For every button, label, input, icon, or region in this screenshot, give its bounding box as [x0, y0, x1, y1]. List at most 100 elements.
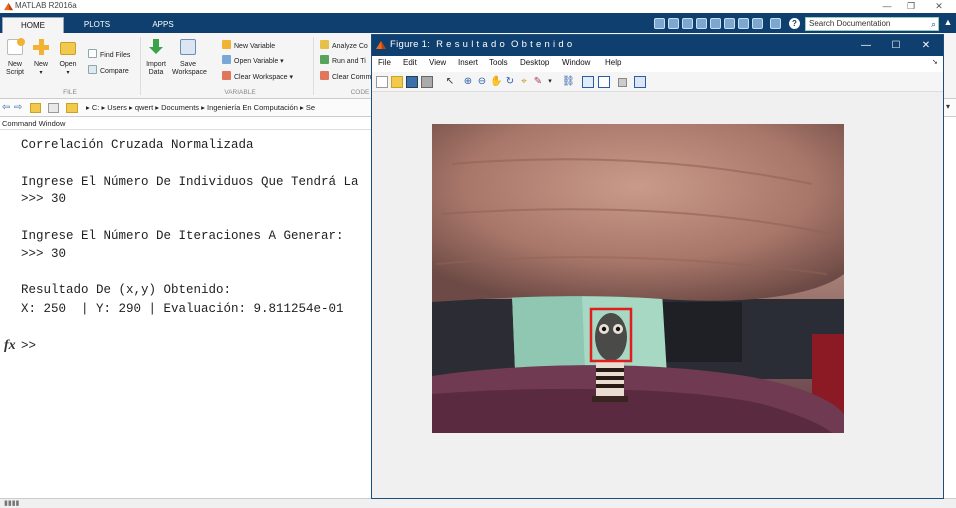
- output-line: >>> 30: [21, 192, 67, 206]
- compare-button[interactable]: Compare: [88, 65, 129, 77]
- save-quick-icon[interactable]: [668, 18, 679, 29]
- open-file-icon[interactable]: [391, 76, 403, 88]
- breadcrumb-item[interactable]: C:: [92, 103, 100, 112]
- save-icon[interactable]: [406, 76, 418, 88]
- figure-minimize-button[interactable]: —: [851, 37, 881, 54]
- new-figure-icon[interactable]: [376, 76, 388, 88]
- close-button[interactable]: ✕: [928, 0, 950, 13]
- tab-home[interactable]: HOME: [2, 17, 64, 33]
- rotate-icon[interactable]: ↻: [504, 76, 516, 88]
- pointer-icon[interactable]: ↖: [444, 76, 456, 88]
- matlab-window: MATLAB R2016a — ❐ ✕ HOME PLOTS APPS ? Se…: [0, 0, 956, 508]
- brush-dropdown-icon[interactable]: ▾: [544, 76, 556, 88]
- redo-quick-icon[interactable]: [738, 18, 749, 29]
- legend-icon[interactable]: [598, 76, 610, 88]
- command-prompt[interactable]: >>: [21, 339, 36, 353]
- menu-view[interactable]: View: [429, 58, 446, 67]
- tab-apps[interactable]: APPS: [132, 17, 194, 33]
- forward-arrow-icon[interactable]: ⇨: [14, 102, 22, 113]
- new-script-button[interactable]: New Script: [4, 38, 26, 77]
- find-files-button[interactable]: Find Files: [88, 49, 130, 61]
- output-line: >>> 30: [21, 247, 67, 261]
- breadcrumb-item[interactable]: qwert: [135, 103, 153, 112]
- compare-label: Compare: [100, 68, 129, 75]
- search-placeholder: Search Documentation: [809, 19, 891, 28]
- breadcrumb[interactable]: ▸ C: ▸ Users ▸ qwert ▸ Documents ▸ Ingen…: [86, 103, 315, 112]
- print-icon[interactable]: [421, 76, 433, 88]
- collapse-toolstrip-icon[interactable]: ▲: [942, 17, 954, 31]
- new-label: New: [33, 61, 48, 68]
- webcam-result-image[interactable]: [432, 124, 844, 433]
- menu-file[interactable]: File: [378, 58, 391, 67]
- link-icon[interactable]: ⛓: [562, 76, 575, 88]
- figure-canvas[interactable]: [372, 93, 943, 498]
- pan-icon[interactable]: ✋: [490, 76, 502, 88]
- cut-quick-icon[interactable]: [682, 18, 693, 29]
- analyze-code-icon: [320, 40, 329, 49]
- new-variable-button[interactable]: New Variable: [222, 40, 275, 52]
- zoom-out-icon[interactable]: ⊖: [476, 76, 488, 88]
- menu-window[interactable]: Window: [562, 58, 590, 67]
- open-dropdown-icon[interactable]: ▾: [57, 69, 79, 77]
- matlab-logo-icon: [4, 2, 13, 11]
- find-files-icon: [88, 49, 97, 58]
- colorbar-icon[interactable]: [582, 76, 594, 88]
- new-script-icon: [7, 38, 25, 55]
- brush-icon[interactable]: ✎: [532, 76, 544, 88]
- window-title: MATLAB R2016a: [15, 1, 77, 10]
- figure-title-bar[interactable]: Figure 1: R e s u l t a d o O b t e n i …: [372, 35, 943, 56]
- import-data-button[interactable]: Import Data: [144, 39, 168, 77]
- hide-tools-icon[interactable]: [618, 78, 627, 87]
- back-arrow-icon[interactable]: ⇦: [2, 102, 10, 113]
- figure-window[interactable]: Figure 1: R e s u l t a d o O b t e n i …: [371, 34, 944, 499]
- copy-quick-icon[interactable]: [696, 18, 707, 29]
- new-dropdown-icon[interactable]: ▾: [30, 69, 52, 77]
- switch-windows-icon[interactable]: [752, 18, 763, 29]
- help-icon[interactable]: ?: [789, 18, 800, 29]
- fx-function-browser-icon[interactable]: fx: [4, 338, 16, 354]
- search-icon[interactable]: ⌕: [931, 18, 936, 30]
- menu-insert[interactable]: Insert: [458, 58, 478, 67]
- open-variable-button[interactable]: Open Variable ▾: [222, 55, 284, 67]
- breadcrumb-item[interactable]: Documents: [161, 103, 199, 112]
- quick-access-icon[interactable]: [654, 18, 665, 29]
- browse-folder-icon[interactable]: [48, 103, 59, 113]
- new-button[interactable]: New ▾: [30, 39, 52, 77]
- show-tools-icon[interactable]: [634, 76, 646, 88]
- undo-quick-icon[interactable]: [724, 18, 735, 29]
- menu-edit[interactable]: Edit: [403, 58, 417, 67]
- tab-plots[interactable]: PLOTS: [66, 17, 128, 33]
- breadcrumb-item[interactable]: Users: [107, 103, 127, 112]
- layout-icon[interactable]: [770, 18, 781, 29]
- data-cursor-icon[interactable]: ⌖: [518, 76, 530, 88]
- breadcrumb-item[interactable]: Ingeniería En Computación: [207, 103, 298, 112]
- open-button[interactable]: Open ▾: [57, 39, 79, 77]
- up-folder-icon[interactable]: [30, 103, 41, 113]
- figure-maximize-button[interactable]: ☐: [881, 37, 911, 54]
- paste-quick-icon[interactable]: [710, 18, 721, 29]
- save-workspace-label: Save Workspace: [172, 61, 207, 76]
- matlab-logo-icon: [376, 41, 386, 49]
- menu-desktop[interactable]: Desktop: [520, 58, 549, 67]
- ribbon-divider: [313, 37, 314, 95]
- run-and-time-label: Run and Ti: [332, 58, 366, 65]
- clear-workspace-button[interactable]: Clear Workspace ▾: [222, 71, 293, 83]
- restore-button[interactable]: ❐: [900, 0, 922, 13]
- run-and-time-icon: [320, 55, 329, 64]
- dock-figure-icon[interactable]: ➘: [932, 58, 938, 66]
- analyze-code-label: Analyze Co: [332, 43, 368, 50]
- command-window[interactable]: Correlación Cruzada Normalizada Ingrese …: [0, 130, 372, 498]
- analyze-code-button[interactable]: Analyze Co: [320, 40, 368, 52]
- menu-tools[interactable]: Tools: [489, 58, 508, 67]
- menu-help[interactable]: Help: [605, 58, 621, 67]
- open-variable-icon: [222, 55, 231, 64]
- figure-close-button[interactable]: ✕: [911, 37, 941, 54]
- address-dropdown-icon[interactable]: ▾: [946, 102, 950, 111]
- zoom-in-icon[interactable]: ⊕: [462, 76, 474, 88]
- run-and-time-button[interactable]: Run and Ti: [320, 55, 366, 67]
- clear-commands-button[interactable]: Clear Comm: [320, 71, 371, 83]
- minimize-button[interactable]: —: [876, 0, 898, 13]
- search-documentation-input[interactable]: Search Documentation ⌕: [805, 17, 939, 31]
- save-workspace-button[interactable]: Save Workspace: [172, 39, 207, 77]
- breadcrumb-item[interactable]: Se: [306, 103, 315, 112]
